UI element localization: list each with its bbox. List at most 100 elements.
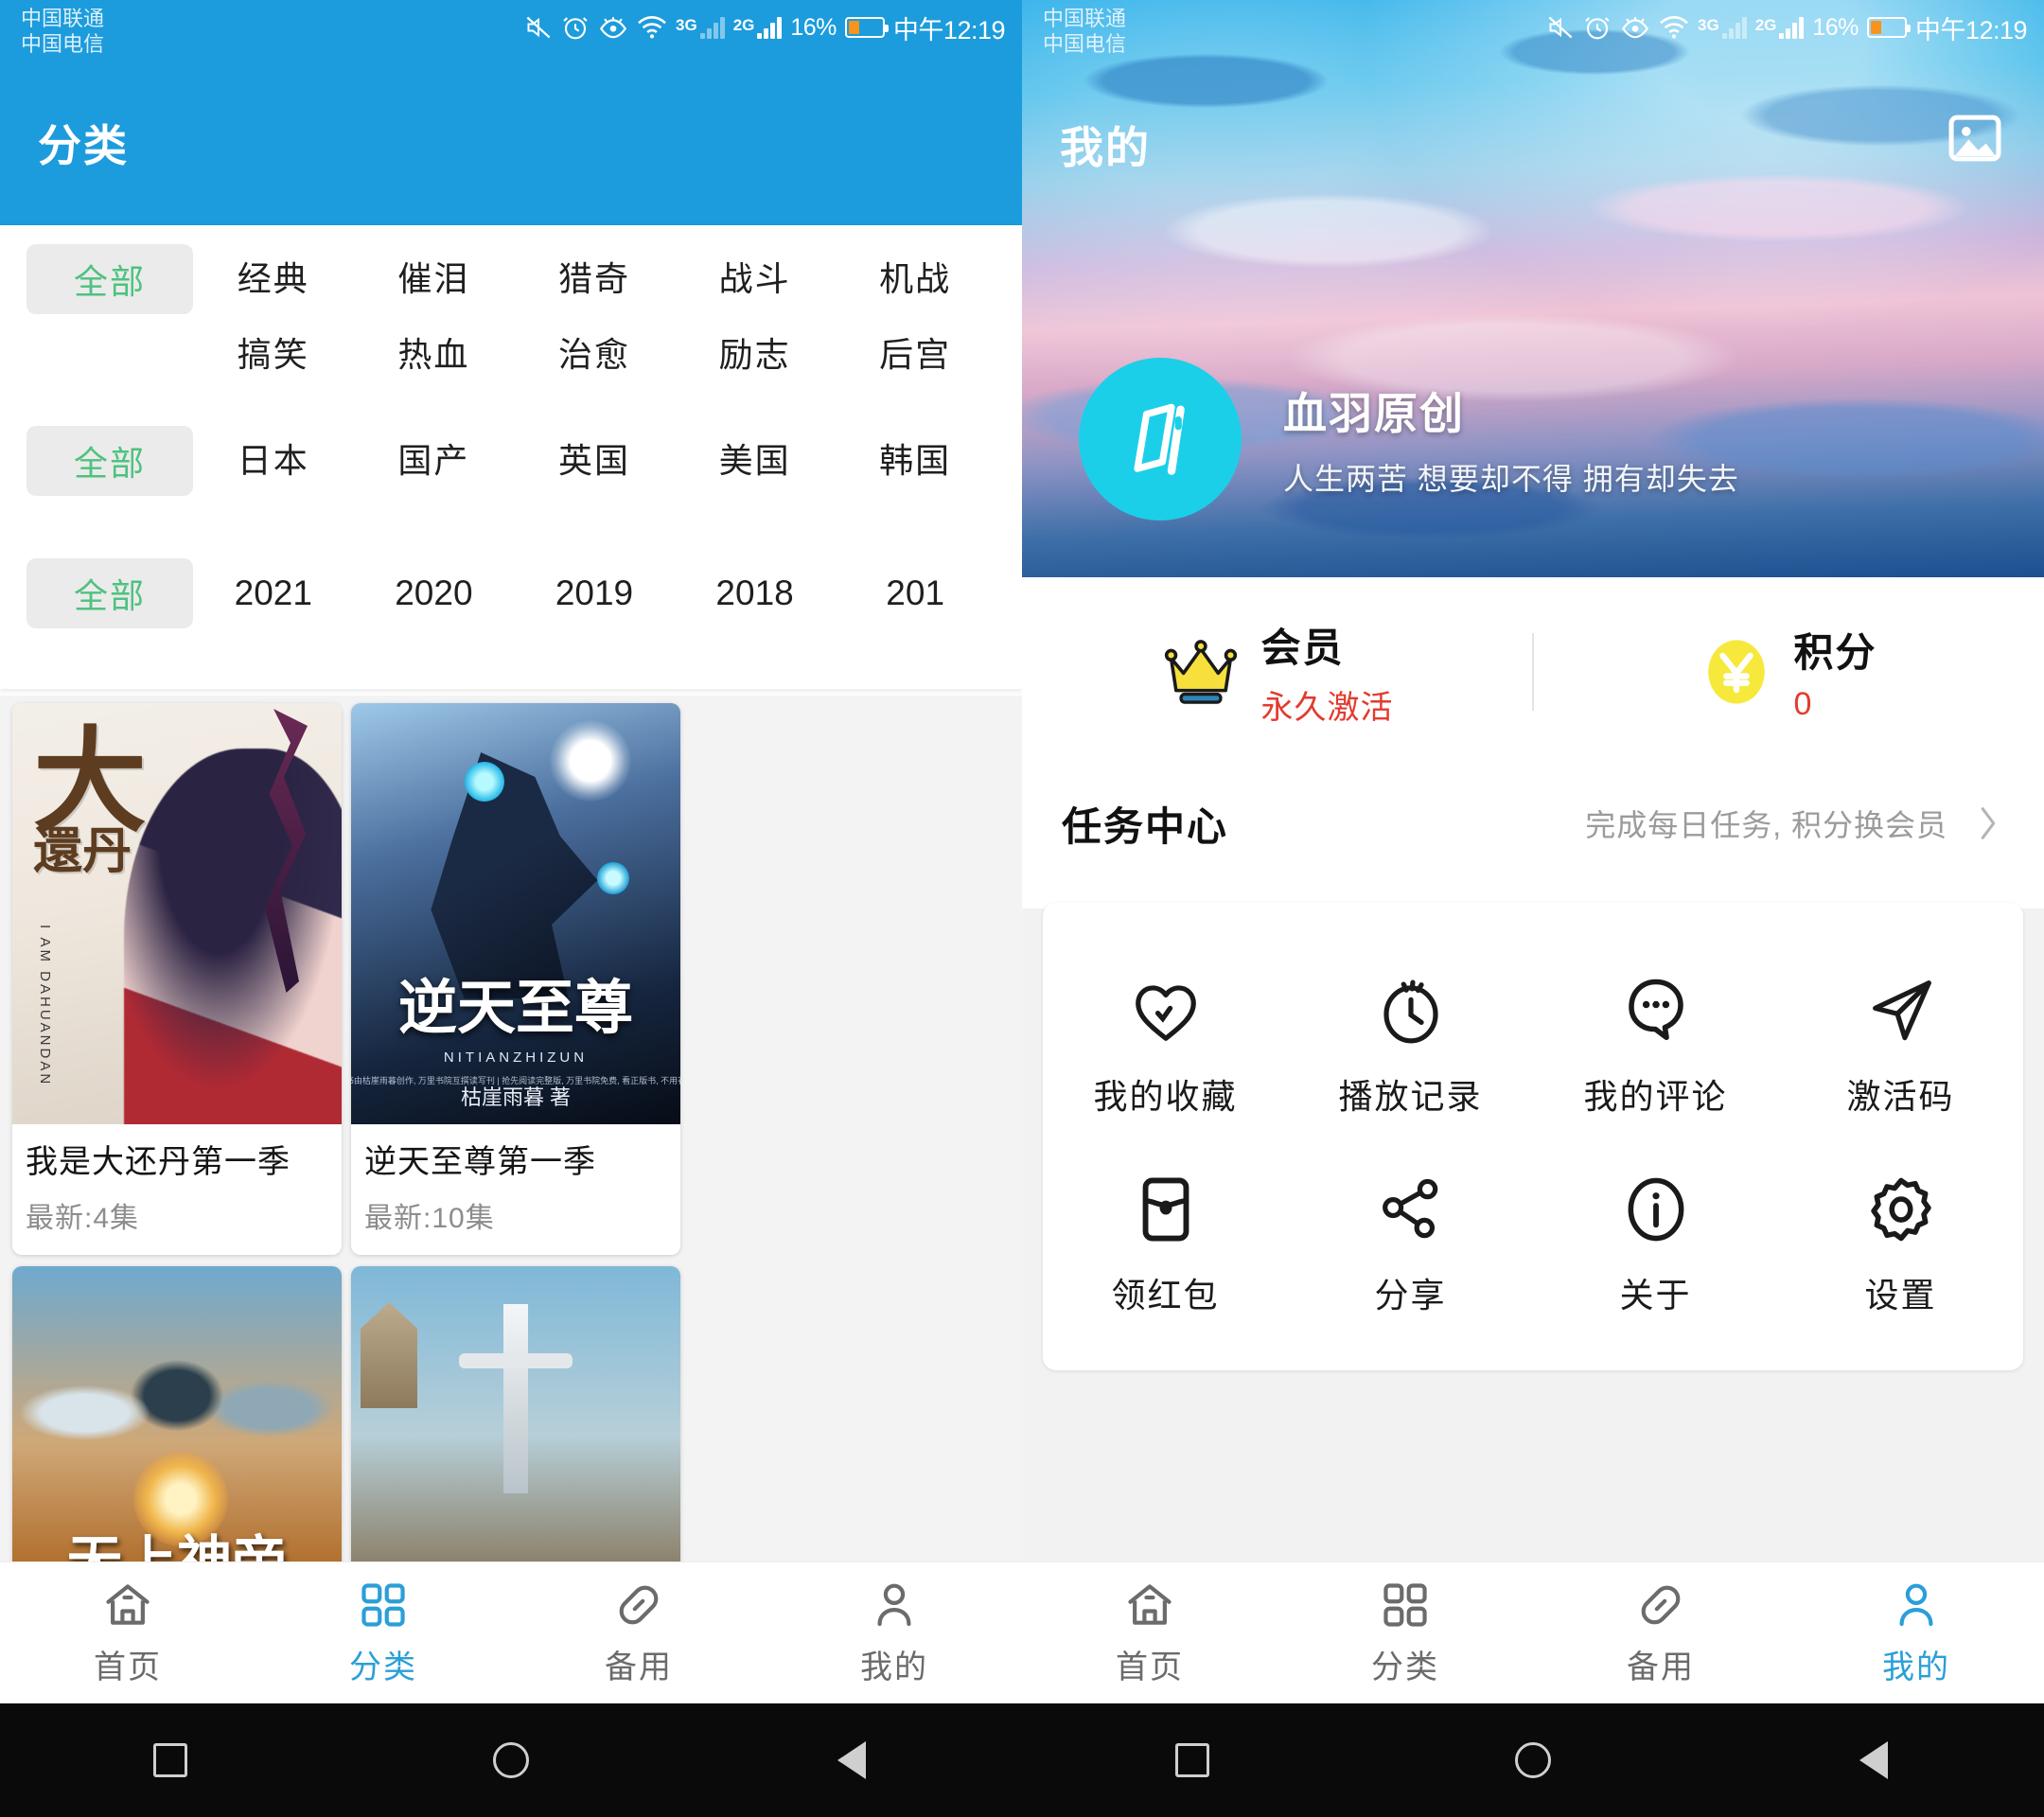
tab-mine[interactable]: 我的 bbox=[1788, 1562, 2044, 1703]
carrier-1: 中国联通 bbox=[1043, 7, 1127, 30]
change-background-button[interactable] bbox=[1946, 112, 2004, 169]
anime-card[interactable]: 大 還丹 I AM DAHUANDAN 我是大还丹第一季 最新:4集 bbox=[12, 703, 342, 1255]
filter-chip[interactable]: 猎奇 bbox=[514, 244, 675, 314]
tab-home[interactable]: 首页 bbox=[1022, 1562, 1278, 1703]
crown-icon bbox=[1164, 640, 1237, 704]
tab-label: 备用 bbox=[1627, 1649, 1695, 1685]
action-redpacket[interactable]: 领红包 bbox=[1043, 1139, 1288, 1338]
filter-chip[interactable]: 2019 bbox=[514, 558, 675, 628]
action-label: 设置 bbox=[1864, 1276, 1937, 1314]
tab-category[interactable]: 分类 bbox=[256, 1562, 511, 1703]
person-icon bbox=[1899, 1583, 1933, 1627]
stat-member[interactable]: 会员 永久激活 bbox=[1022, 616, 1532, 728]
network-type-2: 2G bbox=[1754, 16, 1777, 34]
card-title: 逆天至尊第一季 bbox=[364, 1144, 596, 1180]
recents-button[interactable] bbox=[1167, 1735, 1218, 1786]
page-title-profile: 我的 bbox=[1060, 123, 1151, 172]
tab-category[interactable]: 分类 bbox=[1278, 1562, 1533, 1703]
network-type-1: 3G bbox=[1698, 16, 1719, 34]
stat-points[interactable]: 积分 0 bbox=[1534, 621, 2044, 723]
filter-items-year: 2021 2020 2019 2018 201 bbox=[193, 558, 996, 628]
filter-chip[interactable]: 2021 bbox=[193, 558, 354, 628]
android-navigation-bar bbox=[0, 1703, 2044, 1817]
clock: 中午12:19 bbox=[1914, 15, 2028, 44]
task-center-subtitle: 完成每日任务, 积分换会员 bbox=[1585, 808, 1947, 842]
filter-chip[interactable]: 催泪 bbox=[354, 244, 515, 314]
card-title: 我是大还丹第一季 bbox=[26, 1144, 291, 1180]
anime-card-grid: 大 還丹 I AM DAHUANDAN 我是大还丹第一季 最新:4集 逆天至尊 … bbox=[0, 696, 1022, 1703]
bottom-tabbar-left: 首页 分类 备用 我的 bbox=[0, 1561, 1022, 1703]
info-circle-icon bbox=[1619, 1166, 1693, 1253]
triangle-back-icon bbox=[1859, 1741, 1888, 1779]
app-screenshot: 中国联通 中国电信 3G 2G 16% 中午12:19 分类 全部 经典 催泪 … bbox=[0, 0, 2044, 1817]
nav-half-right bbox=[1022, 1703, 2044, 1817]
back-button[interactable] bbox=[826, 1735, 877, 1786]
filter-chip[interactable]: 韩国 bbox=[835, 426, 996, 496]
tab-label: 分类 bbox=[349, 1649, 417, 1685]
avatar[interactable] bbox=[1079, 358, 1242, 520]
recents-button[interactable] bbox=[145, 1735, 196, 1786]
filter-chip[interactable]: 后宫 bbox=[835, 314, 996, 396]
action-favorites[interactable]: 我的收藏 bbox=[1043, 941, 1288, 1139]
back-button[interactable] bbox=[1848, 1735, 1899, 1786]
signal-2: 2G bbox=[733, 16, 783, 39]
card-meta: 逆天至尊第一季 最新:10集 bbox=[351, 1124, 680, 1255]
profile-block[interactable]: 血羽原创 人生两苦 想要却不得 拥有却失去 bbox=[1079, 358, 1739, 520]
capsule-icon bbox=[619, 1585, 659, 1625]
filter-all-year[interactable]: 全部 bbox=[26, 558, 193, 628]
triangle-back-icon bbox=[837, 1741, 866, 1779]
task-center-row[interactable]: 任务中心 完成每日任务, 积分换会员 bbox=[1022, 767, 2044, 880]
action-share[interactable]: 分享 bbox=[1288, 1139, 1533, 1338]
action-label: 我的评论 bbox=[1583, 1077, 1728, 1116]
action-settings[interactable]: 设置 bbox=[1778, 1139, 2023, 1338]
filter-chip[interactable]: 2020 bbox=[354, 558, 515, 628]
yuan-coin-icon bbox=[1708, 640, 1766, 704]
filter-all-region[interactable]: 全部 bbox=[26, 426, 193, 496]
profile-white-section: 会员 永久激活 积分 0 任务中心 完成每日任务, 积分换会员 bbox=[1022, 577, 2044, 880]
filter-chip[interactable]: 英国 bbox=[514, 426, 675, 496]
filter-chip[interactable]: 日本 bbox=[193, 426, 354, 496]
poster-pinyin-text: NITIANZHIZUN bbox=[443, 1050, 589, 1066]
poster-art-orb bbox=[465, 762, 504, 802]
anime-card[interactable]: 逆天至尊 NITIANZHIZUN 本书由枯崖雨暮创作, 万里书院互撰读写刊 |… bbox=[351, 703, 680, 1255]
profile-name: 血羽原创 bbox=[1283, 389, 1465, 438]
filter-chip[interactable]: 战斗 bbox=[675, 244, 836, 314]
tab-home[interactable]: 首页 bbox=[0, 1562, 256, 1703]
square-recents-icon bbox=[1175, 1743, 1209, 1777]
stat-value: 永久激活 bbox=[1260, 690, 1394, 726]
tab-label: 首页 bbox=[94, 1649, 162, 1685]
filter-all-genre[interactable]: 全部 bbox=[26, 244, 193, 314]
filter-chip[interactable]: 治愈 bbox=[514, 314, 675, 396]
tab-spare[interactable]: 备用 bbox=[1533, 1562, 1788, 1703]
filter-panel: 全部 经典 催泪 猎奇 战斗 机战 搞笑 热血 治愈 励志 后宫 全部 日本 国… bbox=[0, 225, 1022, 689]
profile-signature: 人生两苦 想要却不得 拥有却失去 bbox=[1283, 462, 1739, 496]
filter-chip[interactable]: 国产 bbox=[354, 426, 515, 496]
filter-chip[interactable]: 美国 bbox=[675, 426, 836, 496]
page-title-category: 分类 bbox=[38, 121, 129, 170]
action-about[interactable]: 关于 bbox=[1533, 1139, 1778, 1338]
signal-bars-2 bbox=[1779, 16, 1805, 39]
action-activation-code[interactable]: 激活码 bbox=[1778, 941, 2023, 1139]
signal-2: 2G bbox=[1755, 16, 1805, 39]
stat-label: 会员 bbox=[1260, 626, 1345, 670]
stat-label: 积分 bbox=[1793, 630, 1877, 675]
tab-mine[interactable]: 我的 bbox=[766, 1562, 1022, 1703]
action-label: 播放记录 bbox=[1338, 1077, 1483, 1116]
filter-chip[interactable]: 201 bbox=[835, 558, 996, 628]
carrier-1: 中国联通 bbox=[21, 7, 105, 30]
filter-chip[interactable]: 热血 bbox=[354, 314, 515, 396]
stat-text: 会员 永久激活 bbox=[1261, 616, 1394, 728]
filter-chip[interactable]: 经典 bbox=[193, 244, 354, 314]
home-button[interactable] bbox=[1507, 1735, 1559, 1786]
filter-chip[interactable]: 2018 bbox=[675, 558, 836, 628]
action-history[interactable]: 播放记录 bbox=[1288, 941, 1533, 1139]
home-button[interactable] bbox=[485, 1735, 537, 1786]
filter-chip[interactable]: 励志 bbox=[675, 314, 836, 396]
clock: 中午12:19 bbox=[892, 15, 1006, 44]
filter-chip[interactable]: 机战 bbox=[835, 244, 996, 314]
carrier-labels: 中国联通 中国电信 bbox=[1043, 6, 1126, 57]
action-comments[interactable]: 我的评论 bbox=[1533, 941, 1778, 1139]
poster-kanji: 大 還丹 bbox=[33, 714, 147, 880]
tab-spare[interactable]: 备用 bbox=[511, 1562, 766, 1703]
filter-chip[interactable]: 搞笑 bbox=[193, 314, 354, 396]
